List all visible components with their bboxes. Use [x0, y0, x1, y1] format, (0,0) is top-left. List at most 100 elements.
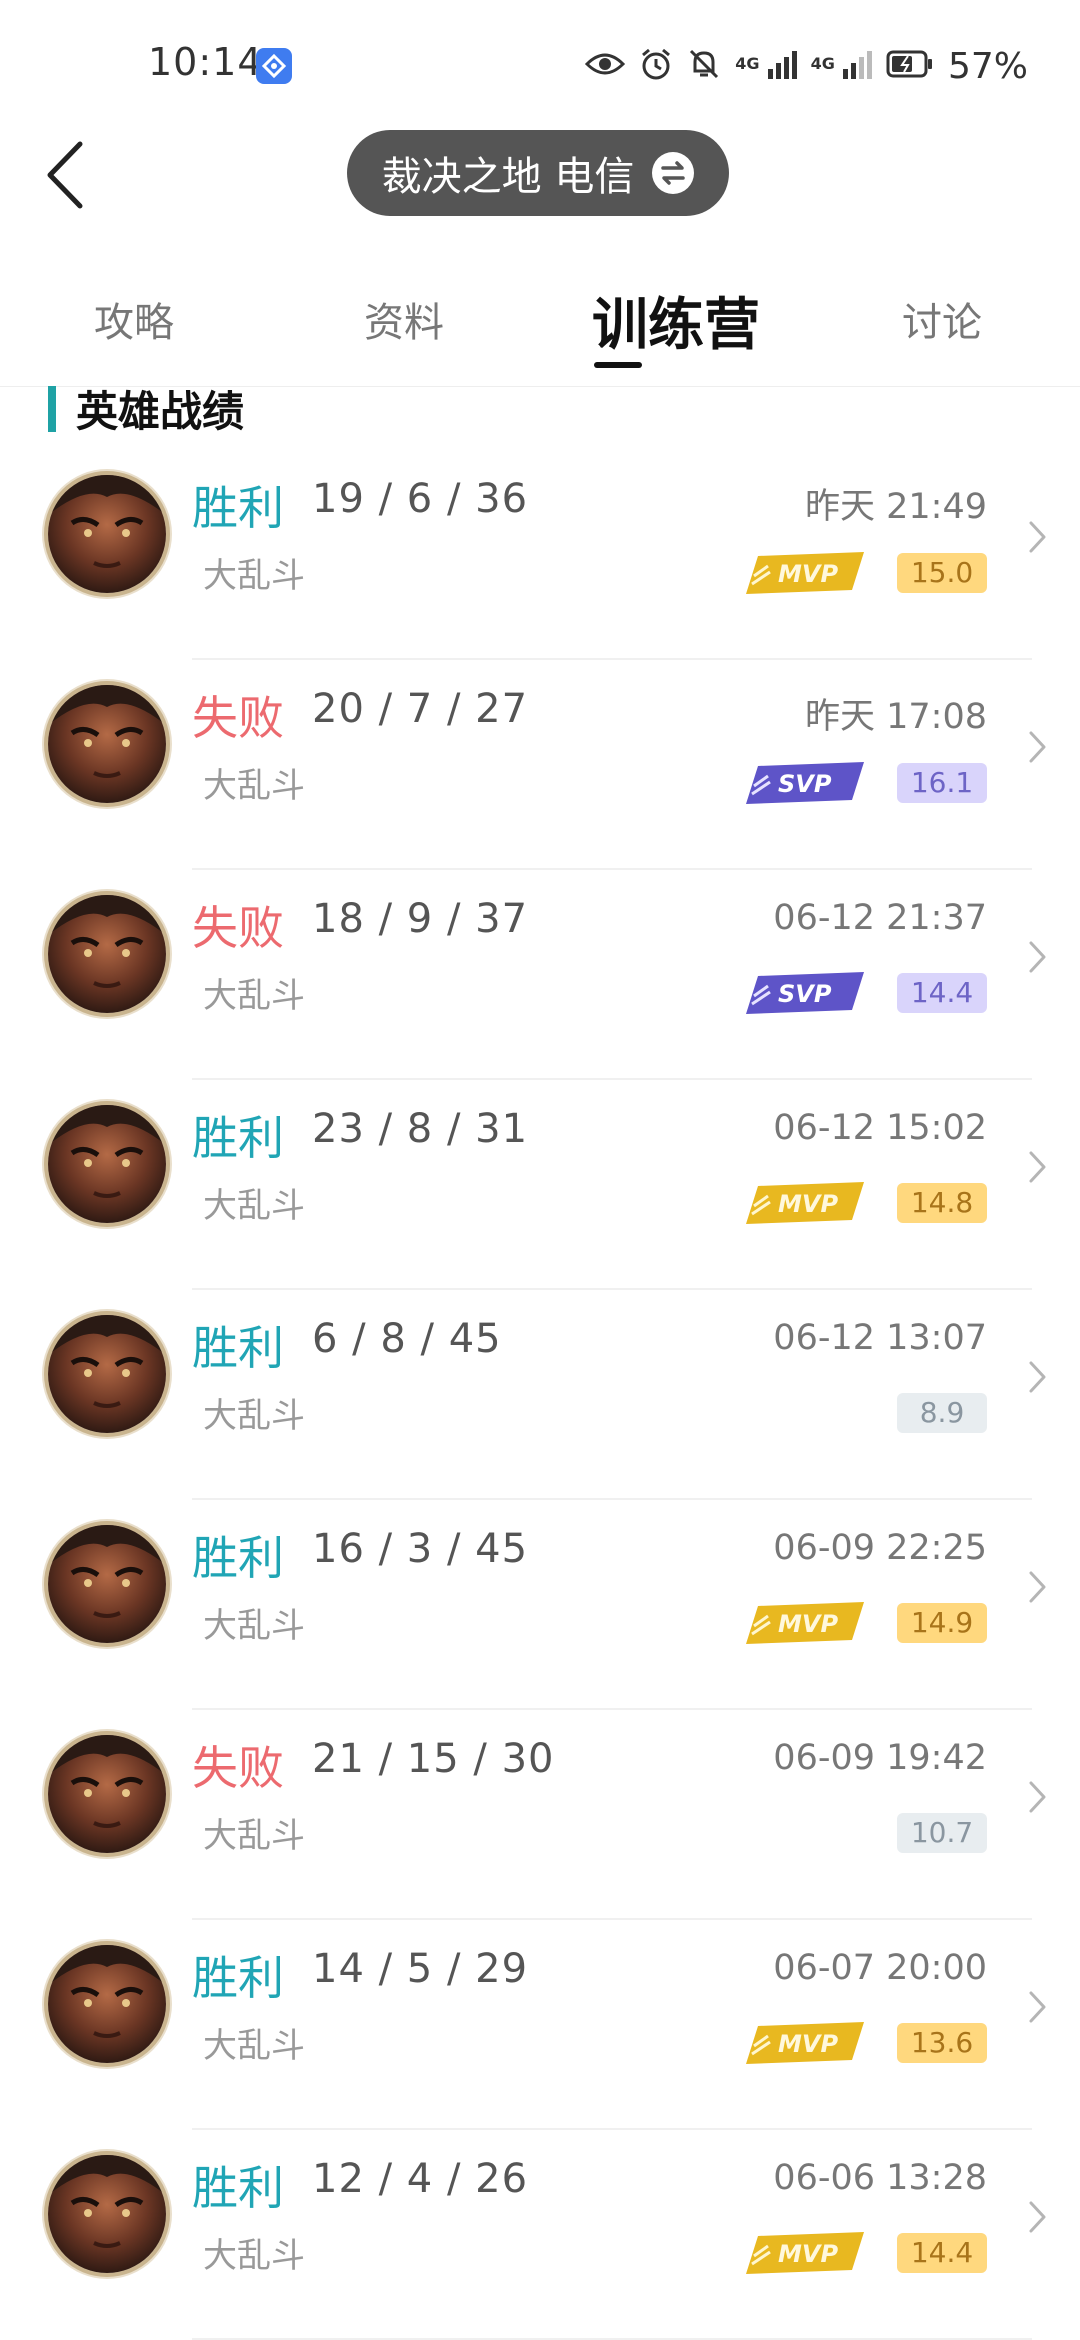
match-row[interactable]: 胜利 19 / 6 / 36 大乱斗 昨天 21:49 MVP 15.0	[0, 450, 1080, 660]
score-badge: 14.8	[897, 1183, 987, 1223]
match-time: 06-09 22:25	[773, 1528, 987, 1568]
chevron-right-icon	[1029, 2201, 1046, 2233]
match-mode: 大乱斗	[203, 1396, 305, 1436]
match-mode: 大乱斗	[203, 1816, 305, 1856]
chevron-right-icon	[1029, 1361, 1046, 1393]
match-time: 06-12 15:02	[773, 1108, 987, 1148]
match-row[interactable]: 胜利 16 / 3 / 45 大乱斗 06-09 22:25 MVP 14.9	[0, 1500, 1080, 1710]
mvp-badge-icon: MVP	[744, 1598, 866, 1648]
tab-discussion[interactable]: 讨论	[902, 290, 982, 348]
score-badge: 14.4	[897, 973, 987, 1013]
match-time: 06-12 13:07	[773, 1318, 987, 1358]
match-time: 昨天 21:49	[805, 487, 987, 527]
signal-1-label: 4G	[735, 54, 760, 73]
match-row[interactable]: 失败 20 / 7 / 27 大乱斗 昨天 17:08 SVP 16.1	[0, 660, 1080, 870]
hero-avatar	[48, 2155, 166, 2273]
match-row[interactable]: 失败 21 / 15 / 30 大乱斗 06-09 19:42 10.7	[0, 1710, 1080, 1920]
score-badge: 10.7	[897, 1813, 987, 1853]
hero-avatar	[48, 1525, 166, 1643]
eye-icon	[585, 50, 626, 82]
back-button[interactable]	[40, 138, 96, 212]
server-name: 裁决之地 电信	[381, 154, 635, 200]
mvp-badge-icon: MVP	[744, 548, 866, 598]
match-kda: 14 / 5 / 29	[312, 1946, 529, 1992]
score-badge: 16.1	[897, 763, 987, 803]
hero-avatar	[48, 1105, 166, 1223]
match-time: 06-07 20:00	[773, 1948, 987, 1988]
tab-info[interactable]: 资料	[364, 290, 444, 348]
mvp-badge-icon: MVP	[744, 1178, 866, 1228]
chevron-right-icon	[1029, 1991, 1046, 2023]
swap-icon	[652, 152, 695, 194]
hero-avatar	[48, 475, 166, 593]
back-icon	[47, 141, 83, 209]
match-result: 失败	[192, 1741, 284, 1795]
match-kda: 18 / 9 / 37	[312, 896, 529, 942]
chevron-right-icon	[1029, 521, 1046, 553]
status-bar: 10:14 4G 4G 57%	[0, 0, 1080, 130]
match-row[interactable]: 胜利 12 / 4 / 26 大乱斗 06-06 13:28 MVP 14.4	[0, 2130, 1080, 2340]
signal-2-label: 4G	[810, 54, 835, 73]
svg-text:MVP: MVP	[778, 2030, 838, 2058]
match-row[interactable]: 胜利 6 / 8 / 45 大乱斗 06-12 13:07 8.9	[0, 1290, 1080, 1500]
svp-badge-icon: SVP	[744, 968, 866, 1018]
match-kda: 23 / 8 / 31	[312, 1106, 529, 1152]
battery-icon	[886, 50, 934, 82]
match-result: 胜利	[192, 1951, 284, 2005]
match-mode: 大乱斗	[203, 1186, 305, 1226]
match-result: 失败	[192, 691, 284, 745]
chevron-right-icon	[1029, 941, 1046, 973]
status-icons: 4G 4G 57%	[585, 44, 1028, 88]
match-mode: 大乱斗	[203, 556, 305, 596]
match-result: 胜利	[192, 1531, 284, 1585]
match-row[interactable]: 失败 18 / 9 / 37 大乱斗 06-12 21:37 SVP 14.4	[0, 870, 1080, 1080]
match-mode: 大乱斗	[203, 1606, 305, 1646]
svg-text:SVP: SVP	[778, 770, 832, 798]
tab-training-camp[interactable]: 训练营	[592, 280, 760, 361]
hero-avatar	[48, 895, 166, 1013]
svg-text:SVP: SVP	[778, 980, 832, 1008]
alarm-icon	[639, 47, 673, 85]
match-row[interactable]: 胜利 23 / 8 / 31 大乱斗 06-12 15:02 MVP 14.8	[0, 1080, 1080, 1290]
match-result: 胜利	[192, 1111, 284, 1165]
match-row[interactable]: 胜利 14 / 5 / 29 大乱斗 06-07 20:00 MVP 13.6	[0, 1920, 1080, 2130]
mvp-badge-icon: MVP	[744, 2228, 866, 2278]
score-badge: 8.9	[897, 1393, 987, 1433]
score-badge: 14.4	[897, 2233, 987, 2273]
match-list: 胜利 19 / 6 / 36 大乱斗 昨天 21:49 MVP 15.0 失败 …	[0, 450, 1080, 2340]
chevron-right-icon	[1029, 1151, 1046, 1183]
match-mode: 大乱斗	[203, 766, 305, 806]
match-time: 06-06 13:28	[773, 2158, 987, 2198]
server-switch-button[interactable]: 裁决之地 电信	[347, 130, 729, 216]
match-kda: 12 / 4 / 26	[312, 2156, 529, 2202]
match-result: 胜利	[192, 1321, 284, 1375]
svg-text:MVP: MVP	[778, 1610, 838, 1638]
hero-avatar	[48, 1315, 166, 1433]
match-mode: 大乱斗	[203, 2026, 305, 2066]
match-mode: 大乱斗	[203, 976, 305, 1016]
match-mode: 大乱斗	[203, 2236, 305, 2276]
battery-percent: 57%	[947, 45, 1028, 87]
tab-guide[interactable]: 攻略	[94, 290, 174, 348]
chevron-right-icon	[1029, 1571, 1046, 1603]
section-accent-bar	[48, 386, 56, 432]
signal-4g-icon-2: 4G	[811, 49, 872, 83]
svp-badge-icon: SVP	[744, 758, 866, 808]
status-time: 10:14	[148, 40, 263, 84]
hero-avatar	[48, 685, 166, 803]
match-kda: 21 / 15 / 30	[312, 1736, 555, 1782]
score-badge: 13.6	[897, 2023, 987, 2063]
match-result: 胜利	[192, 2161, 284, 2215]
tab-bar: 攻略 资料 训练营 讨论	[0, 270, 1080, 388]
section-title: 英雄战绩	[76, 387, 245, 436]
hero-avatar	[48, 1945, 166, 2063]
chevron-right-icon	[1029, 1781, 1046, 1813]
match-kda: 6 / 8 / 45	[312, 1316, 502, 1362]
match-time: 昨天 17:08	[805, 697, 987, 737]
match-time: 06-12 21:37	[773, 898, 987, 938]
match-kda: 19 / 6 / 36	[312, 476, 529, 522]
match-result: 胜利	[192, 481, 284, 535]
tab-active-indicator	[594, 362, 642, 368]
svg-text:MVP: MVP	[778, 560, 838, 588]
match-kda: 20 / 7 / 27	[312, 686, 529, 732]
